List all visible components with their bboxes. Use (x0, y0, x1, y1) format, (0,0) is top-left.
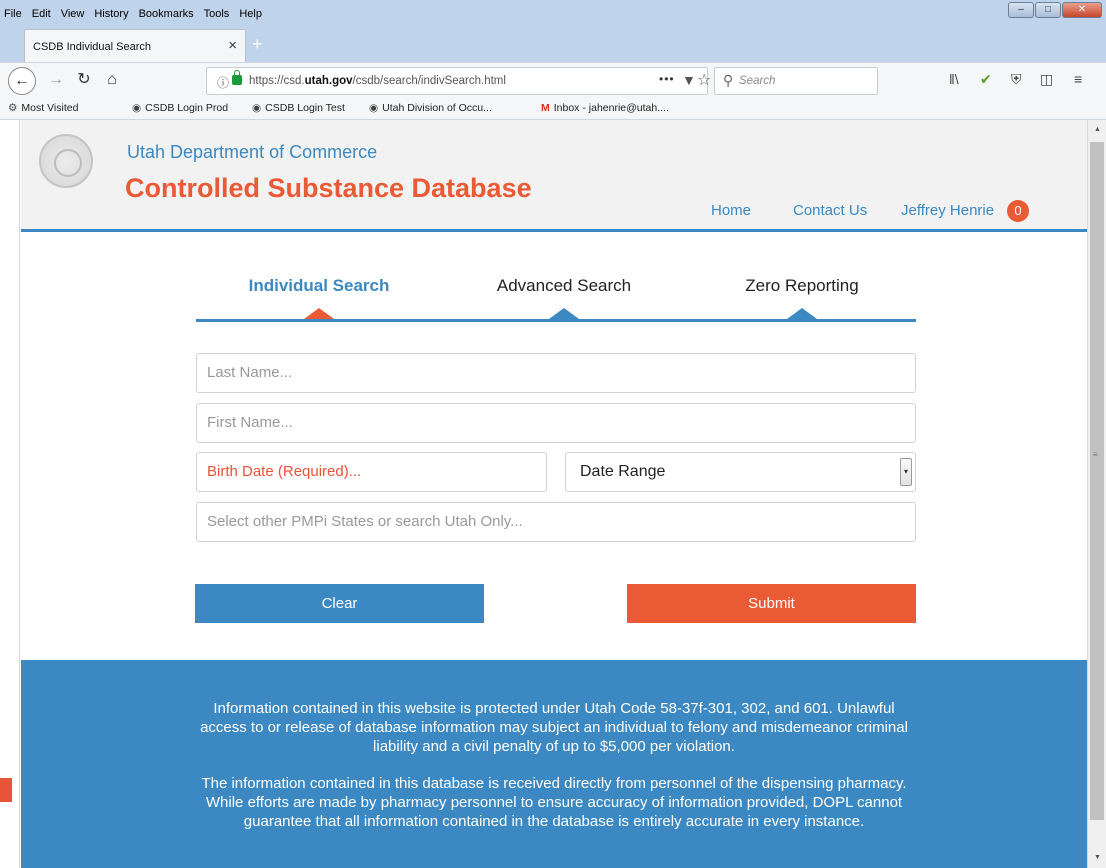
forward-arrow-icon[interactable]: → (44, 69, 68, 93)
scroll-down-icon[interactable]: ▼ (1094, 854, 1101, 861)
dropdown-arrow-icon[interactable]: ▾ (900, 458, 912, 486)
accuracy-disclaimer: The information contained in this databa… (201, 775, 907, 830)
gear-icon: ⚙ (8, 102, 18, 114)
menu-history[interactable]: History (94, 8, 128, 20)
search-input[interactable]: ⚲ Search (714, 67, 878, 95)
nav-user-link[interactable]: Jeffrey Henrie (901, 202, 994, 219)
menu-view[interactable]: View (61, 8, 85, 20)
new-tab-icon[interactable]: + (252, 34, 263, 55)
tab-indicator-icon (787, 308, 817, 319)
globe-icon: ◉ (252, 102, 262, 114)
tab-indicator-icon (549, 308, 579, 319)
department-name: Utah Department of Commerce (127, 142, 378, 162)
tab-title: CSDB Individual Search (33, 41, 152, 53)
search-tabs: Individual Search Advanced Search Zero R… (196, 270, 916, 322)
bookmark-csdb-login-test[interactable]: ◉ CSDB Login Test (252, 102, 345, 114)
menu-tools[interactable]: Tools (204, 8, 230, 20)
menu-file[interactable]: File (4, 8, 22, 20)
hamburger-menu-icon[interactable]: ≡ (1074, 71, 1082, 87)
tab-advanced-search[interactable]: Advanced Search (488, 276, 640, 296)
menu-bookmarks[interactable]: Bookmarks (139, 8, 194, 20)
birth-date-input[interactable]: Birth Date (Required)... (196, 452, 547, 492)
bookmark-csdb-login-prod[interactable]: ◉ CSDB Login Prod (132, 102, 228, 114)
browser-tab[interactable]: CSDB Individual Search × (24, 29, 246, 62)
pocket-icon[interactable]: ▼ (682, 72, 696, 88)
nav-home-link[interactable]: Home (711, 202, 751, 219)
globe-icon: ◉ (369, 102, 379, 114)
home-icon[interactable]: ⌂ (100, 69, 124, 93)
bookmark-most-visited[interactable]: ⚙ Most Visited (8, 102, 78, 114)
info-icon[interactable]: ⓘ (217, 74, 229, 91)
state-seal-logo (39, 134, 93, 188)
date-range-select[interactable]: Date Range ▾ (565, 452, 916, 492)
page-actions-icon[interactable]: ••• (659, 72, 675, 86)
shield-icon[interactable]: ⛨ (1011, 71, 1022, 88)
last-name-input[interactable]: Last Name... (196, 353, 916, 393)
maximize-button[interactable]: □ (1035, 2, 1061, 18)
date-range-value: Date Range (580, 463, 666, 480)
legal-notice: Information contained in this website is… (200, 700, 908, 755)
minimize-button[interactable]: – (1008, 2, 1034, 18)
bookmark-utah-division[interactable]: ◉ Utah Division of Occu... (369, 102, 492, 114)
sidebar-icon[interactable]: ◫ (1040, 71, 1053, 88)
lock-icon (232, 70, 242, 85)
scrollbar-grip-icon: ≡ (1093, 450, 1098, 459)
background-window-edge (0, 778, 12, 802)
active-tab-indicator-icon (304, 308, 334, 319)
first-name-input[interactable]: First Name... (196, 403, 916, 443)
globe-icon: ◉ (132, 102, 142, 114)
scroll-up-icon[interactable]: ▲ (1094, 126, 1101, 133)
tab-individual-search[interactable]: Individual Search (246, 276, 392, 296)
notification-badge[interactable]: 0 (1007, 200, 1029, 222)
back-arrow-icon[interactable]: ← (8, 67, 36, 95)
menu-help[interactable]: Help (239, 8, 262, 20)
submit-button[interactable]: Submit (627, 584, 916, 623)
site-title: Controlled Substance Database (125, 173, 532, 203)
tab-strip: CSDB Individual Search × + (0, 26, 1106, 62)
gmail-icon: M (541, 102, 550, 114)
scrollbar-thumb[interactable] (1090, 142, 1104, 820)
search-icon: ⚲ (723, 72, 734, 88)
site-header: Utah Department of Commerce Controlled S… (21, 120, 1087, 232)
search-placeholder: Search (739, 75, 776, 87)
navigation-toolbar: ← → ↻ ⌂ ⓘ https://csd.utah.gov/csdb/sear… (0, 62, 1106, 98)
tab-close-icon[interactable]: × (228, 37, 237, 54)
menu-bar: File Edit View History Bookmarks Tools H… (0, 0, 1106, 26)
left-window-edge (0, 120, 20, 868)
bookmark-star-icon[interactable]: ☆ (697, 70, 711, 90)
legal-footer: Information contained in this website is… (21, 660, 1087, 868)
url-text: https://csd.utah.gov/csdb/search/indivSe… (249, 75, 506, 87)
reload-icon[interactable]: ↻ (72, 69, 96, 93)
pmpi-states-input[interactable]: Select other PMPi States or search Utah … (196, 502, 916, 542)
window-controls: – □ ✕ (1008, 2, 1102, 18)
bookmarks-toolbar: ⚙ Most Visited ◉ CSDB Login Prod ◉ CSDB Log… (0, 98, 1106, 120)
close-window-button[interactable]: ✕ (1062, 2, 1102, 18)
bookmark-inbox[interactable]: M Inbox - jahenrie@utah.... (541, 102, 669, 114)
menu-edit[interactable]: Edit (32, 8, 51, 20)
extension-icon[interactable]: ✔ (980, 71, 992, 88)
clear-button[interactable]: Clear (195, 584, 484, 623)
tab-zero-reporting[interactable]: Zero Reporting (736, 276, 868, 296)
vertical-scrollbar[interactable]: ▲ ≡ ▼ (1087, 120, 1106, 868)
nav-contact-us-link[interactable]: Contact Us (793, 202, 867, 219)
library-icon[interactable]: ‖\ (949, 71, 959, 87)
url-bar[interactable]: ⓘ https://csd.utah.gov/csdb/search/indiv… (206, 67, 711, 95)
